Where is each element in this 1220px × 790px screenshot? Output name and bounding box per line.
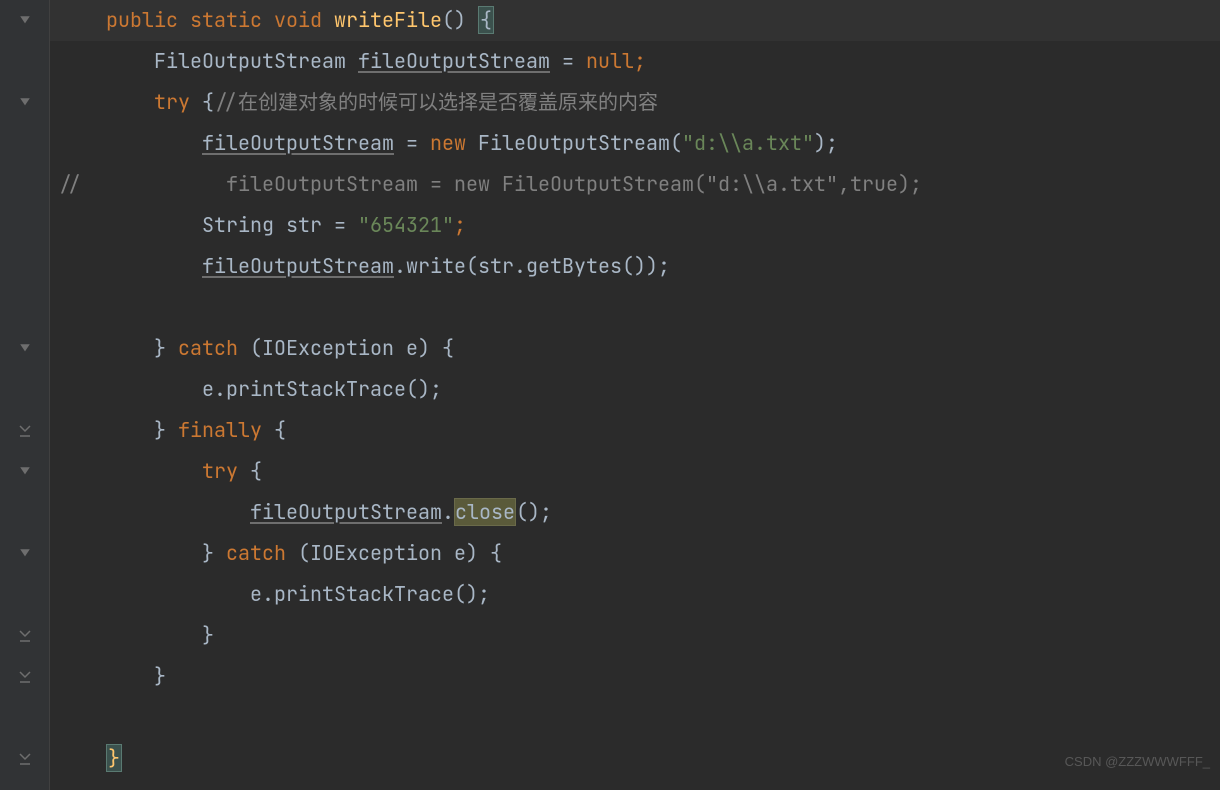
code-line[interactable]: // fileOutputStream = new FileOutputStre… <box>58 164 1220 205</box>
brace-open: { <box>478 6 494 34</box>
keyword-try: try <box>154 89 190 115</box>
code-line[interactable]: try {//在创建对象的时候可以选择是否覆盖原来的内容 <box>58 82 1220 123</box>
code-line[interactable]: try { <box>58 451 1220 492</box>
watermark: CSDN @ZZZWWWFFF_ <box>1065 741 1210 782</box>
code-line[interactable]: } <box>58 656 1220 697</box>
fold-icon[interactable] <box>18 342 32 356</box>
gutter <box>0 0 50 790</box>
variable: fileOutputStream <box>358 48 550 74</box>
fold-icon[interactable] <box>18 547 32 561</box>
code-area[interactable]: public static void writeFile() { FileOut… <box>50 0 1220 790</box>
code-line[interactable]: } <box>58 615 1220 656</box>
method-close-icon[interactable] <box>18 752 32 766</box>
variable: fileOutputStream <box>202 130 394 156</box>
code-line[interactable] <box>58 287 1220 328</box>
keyword-null: null <box>586 48 634 74</box>
code-line[interactable]: fileOutputStream.close(); <box>58 492 1220 533</box>
keyword-static: static <box>190 7 262 33</box>
keyword-new: new <box>430 130 466 156</box>
fold-icon[interactable] <box>18 96 32 110</box>
method-close-icon[interactable] <box>18 670 32 684</box>
keyword-try: try <box>202 458 238 484</box>
code-line[interactable]: } finally { <box>58 410 1220 451</box>
fold-icon[interactable] <box>18 14 32 28</box>
code-editor[interactable]: public static void writeFile() { FileOut… <box>0 0 1220 790</box>
method-name: writeFile <box>334 7 442 33</box>
code-line[interactable]: FileOutputStream fileOutputStream = null… <box>58 41 1220 82</box>
code-line[interactable]: } catch (IOException e) { <box>58 328 1220 369</box>
fold-icon[interactable] <box>18 465 32 479</box>
keyword-catch: catch <box>226 540 286 566</box>
keyword-finally: finally <box>178 417 262 443</box>
code-line[interactable]: e.printStackTrace(); <box>58 369 1220 410</box>
keyword-public: public <box>106 7 178 33</box>
method-close-icon[interactable] <box>18 424 32 438</box>
code-line[interactable]: } catch (IOException e) { <box>58 533 1220 574</box>
comment-prefix: // <box>58 171 82 197</box>
code-line[interactable]: public static void writeFile() { <box>50 0 1220 41</box>
commented-code: fileOutputStream = new FileOutputStream(… <box>226 171 922 197</box>
code-line[interactable]: fileOutputStream.write(str.getBytes()); <box>58 246 1220 287</box>
code-line[interactable]: e.printStackTrace(); <box>58 574 1220 615</box>
string-literal: "d:\\a.txt" <box>682 130 814 156</box>
code-line[interactable]: fileOutputStream = new FileOutputStream(… <box>58 123 1220 164</box>
code-line[interactable]: } <box>58 738 1220 779</box>
code-line[interactable]: String str = "654321"; <box>58 205 1220 246</box>
string-literal: "654321" <box>358 212 454 238</box>
comment: //在创建对象的时候可以选择是否覆盖原来的内容 <box>214 89 658 115</box>
brace-close: } <box>106 744 122 772</box>
code-line[interactable] <box>58 697 1220 738</box>
keyword-void: void <box>274 7 322 33</box>
method-close-icon[interactable] <box>18 629 32 643</box>
search-highlight: close <box>454 498 516 526</box>
variable: fileOutputStream <box>250 499 442 525</box>
keyword-catch: catch <box>178 335 238 361</box>
variable: fileOutputStream <box>202 253 394 279</box>
